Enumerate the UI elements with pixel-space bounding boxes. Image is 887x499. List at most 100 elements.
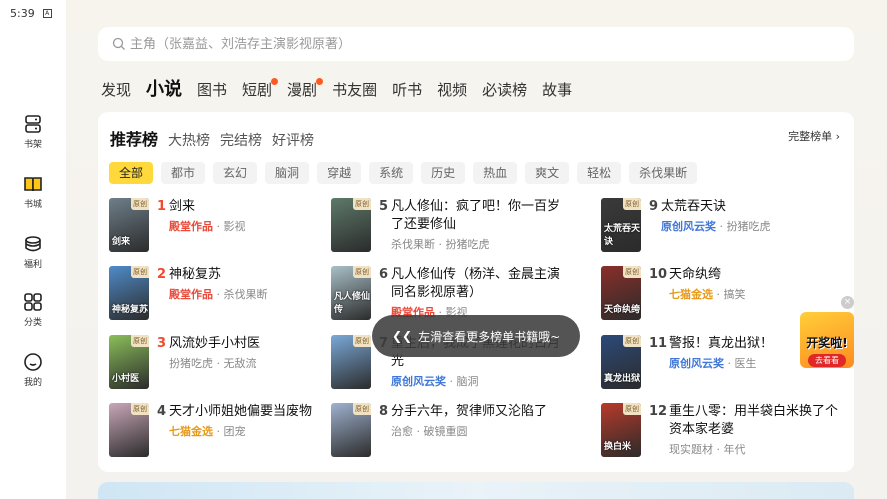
filter-chip[interactable]: 历史 <box>421 162 466 184</box>
cover-title: 凡人修仙传 <box>334 292 371 315</box>
ranking-tabs: 推荐榜 大热榜 完结榜 好评榜 <box>110 126 324 150</box>
coin-stack-icon <box>25 236 41 252</box>
book-meta: 殿堂作品 · 杀伐果断 <box>169 286 268 302</box>
filter-chip[interactable]: 系统 <box>369 162 414 184</box>
book-meta: 扮猪吃虎 · 无敌流 <box>169 355 257 371</box>
book-item[interactable]: 原创 凡人修仙传 6 凡人修仙传（杨洋、金晨主演同名影视原著） 殿堂作品 · 影视 <box>331 266 571 322</box>
book-tag: 原创风云奖 <box>661 220 716 233</box>
book-meta: 治愈 · 破镜重圆 <box>391 423 468 439</box>
original-badge: 原创 <box>623 335 641 347</box>
book-cover[interactable]: 原创 <box>331 198 371 252</box>
filter-chip[interactable]: 都市 <box>161 162 206 184</box>
double-chevron-left-icon: ❮❮ <box>392 329 413 343</box>
book-title: 神秘复苏 <box>169 267 222 282</box>
tab-completed[interactable]: 完结榜 <box>220 130 262 150</box>
cover-title: 换白米 <box>604 442 632 452</box>
tab-hot[interactable]: 大热榜 <box>168 130 210 150</box>
filter-chip[interactable]: 脑洞 <box>265 162 310 184</box>
book-cover[interactable]: 原创 太荒吞天诀 <box>601 198 641 252</box>
lottery-promo[interactable]: × 开奖啦! 去看看 <box>796 296 858 370</box>
book-tag: 原创风云奖 <box>391 375 446 388</box>
tab-well-rated[interactable]: 好评榜 <box>272 130 314 150</box>
book-item[interactable]: 原创 神秘复苏 2 神秘复苏 殿堂作品 · 杀伐果断 <box>109 266 349 322</box>
status-time: 5:39 <box>10 6 35 20</box>
book-item[interactable]: 原创 太荒吞天诀 9 太荒吞天诀 原创风云奖 · 扮猪吃虎 <box>601 198 841 254</box>
book-item[interactable]: 原创 剑来 1 剑来 殿堂作品 · 影视 <box>109 198 349 254</box>
book-title: 凡人修仙：疯了吧！你一百岁了还要修仙 <box>391 199 561 232</box>
book-cover[interactable]: 原创凡人修仙传 <box>331 266 371 320</box>
filter-chip[interactable]: 热血 <box>473 162 518 184</box>
promo-button[interactable]: 去看看 <box>808 354 846 367</box>
book-title: 剑来 <box>169 199 196 214</box>
book-item[interactable]: 原创 小村医 3 风流妙手小村医 扮猪吃虎 · 无敌流 <box>109 335 349 391</box>
book-genres: · 影视 <box>213 220 246 233</box>
tab-must-read[interactable]: 必读榜 <box>482 78 527 102</box>
original-badge: 原创 <box>131 403 149 415</box>
tab-video[interactable]: 视频 <box>437 78 467 102</box>
book-genres: 杀伐果断 · 扮猪吃虎 <box>391 238 490 251</box>
book-item[interactable]: 原创 换白米 12 重生八零：用半袋白米换了个资本家老婆 现实题材 · 年代 <box>601 403 841 459</box>
rank-number: 12 <box>649 404 668 419</box>
close-icon[interactable]: × <box>841 296 854 309</box>
full-list-link[interactable]: 完整榜单 › <box>788 128 840 144</box>
book-cover[interactable]: 原创 <box>109 403 149 457</box>
original-badge: 原创 <box>353 266 371 278</box>
book-cover[interactable]: 原创 剑来 <box>109 198 149 252</box>
tab-discover[interactable]: 发现 <box>101 78 131 102</box>
cover-title: 天命纨绔 <box>604 305 641 315</box>
filter-chip[interactable]: 穿越 <box>317 162 362 184</box>
sidebar-item-bookshelf[interactable]: 书架 <box>0 114 66 154</box>
tab-comic-drama[interactable]: 漫剧 <box>287 78 324 102</box>
book-title: 重生八零：用半袋白米换了个资本家老婆 <box>669 404 839 437</box>
rank-number: 11 <box>649 336 668 351</box>
rank-number: 8 <box>379 404 389 419</box>
tab-label: 书友圈 <box>332 81 378 99</box>
book-cover[interactable]: 原创 小村医 <box>109 335 149 389</box>
original-badge: 原创 <box>353 198 371 210</box>
sidebar-item-bookstore[interactable]: 书城 <box>0 174 66 214</box>
sidebar-item-mine[interactable]: 我的 <box>0 352 66 392</box>
book-cover[interactable]: 原创 真龙出狱 <box>601 335 641 389</box>
book-tag: 原创风云奖 <box>669 357 724 370</box>
book-item[interactable]: 原创 5 凡人修仙：疯了吧！你一百岁了还要修仙 杀伐果断 · 扮猪吃虎 <box>331 198 571 254</box>
tab-recommend[interactable]: 推荐榜 <box>110 126 158 150</box>
book-cover[interactable]: 原创 <box>331 403 371 457</box>
sidebar-item-label: 福利 <box>23 260 42 270</box>
filter-chip[interactable]: 轻松 <box>577 162 622 184</box>
search-box[interactable] <box>98 27 854 61</box>
book-cover[interactable]: 原创 换白米 <box>601 403 641 457</box>
filter-chip[interactable]: 杀伐果断 <box>629 162 698 184</box>
bottom-banner[interactable] <box>98 482 854 499</box>
tab-book-circle[interactable]: 书友圈 <box>332 78 377 102</box>
new-dot <box>271 78 279 85</box>
filter-chip[interactable]: 玄幻 <box>213 162 258 184</box>
rank-number: 9 <box>649 199 659 214</box>
cover-title: 剑来 <box>112 237 131 247</box>
tab-label: 发现 <box>101 81 132 99</box>
book-item[interactable]: 原创 4 天才小师姐她偏要当废物 七猫金选 · 团宠 <box>109 403 349 459</box>
toast-text: 左滑查看更多榜单书籍哦~ <box>418 329 561 344</box>
filter-chip[interactable]: 全部 <box>109 162 154 184</box>
book-title: 太荒吞天诀 <box>661 199 727 214</box>
original-badge: 原创 <box>353 335 371 347</box>
book-cover[interactable]: 原创 神秘复苏 <box>109 266 149 320</box>
book-title: 天命纨绔 <box>669 267 722 282</box>
sidebar-item-label: 书架 <box>23 140 42 150</box>
tab-short-drama[interactable]: 短剧 <box>242 78 279 102</box>
tab-label: 短剧 <box>242 81 273 99</box>
tab-label: 小说 <box>146 79 183 100</box>
book-item[interactable]: 原创 8 分手六年，贺律师又沦陷了 治愈 · 破镜重圆 <box>331 403 571 459</box>
book-genres: 扮猪吃虎 · 无敌流 <box>169 357 257 370</box>
book-cover[interactable]: 原创 天命纨绔 <box>601 266 641 320</box>
book-cover[interactable]: 原创 <box>331 335 371 389</box>
tab-story[interactable]: 故事 <box>542 78 572 102</box>
tab-books[interactable]: 图书 <box>197 78 227 102</box>
ranking-card: 推荐榜 大热榜 完结榜 好评榜 完整榜单 › 全部 都市 玄幻 脑洞 穿越 系统… <box>98 112 854 472</box>
filter-chip[interactable]: 爽文 <box>525 162 570 184</box>
tab-novel[interactable]: 小说 <box>146 78 182 102</box>
tab-audiobook[interactable]: 听书 <box>392 78 422 102</box>
search-input[interactable] <box>130 36 830 52</box>
book-open-icon <box>24 177 42 192</box>
sidebar-item-welfare[interactable]: 福利 <box>0 234 66 274</box>
sidebar-item-category[interactable]: 分类 <box>0 292 66 332</box>
